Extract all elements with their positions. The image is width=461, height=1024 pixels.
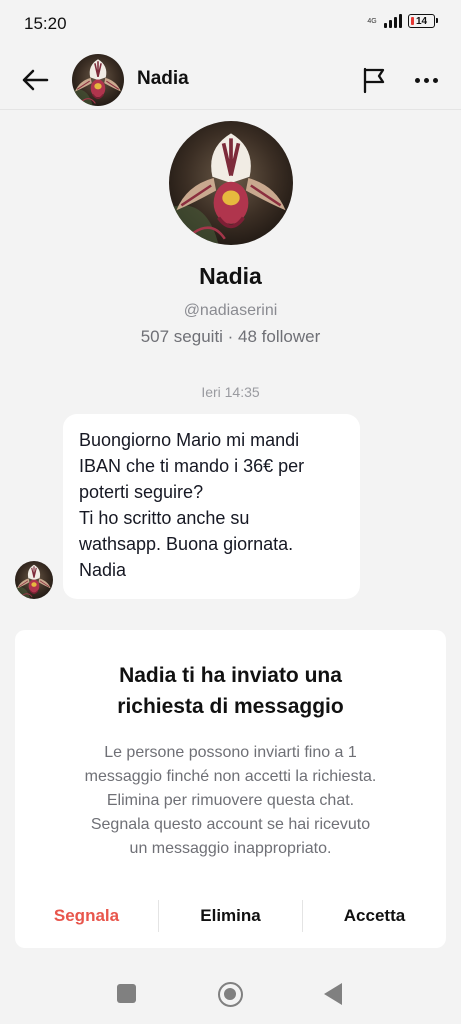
more-horizontal-icon xyxy=(414,77,420,83)
request-description-line: Le persone possono inviarti fino a 1 xyxy=(104,744,357,761)
square-icon[interactable] xyxy=(117,984,136,1003)
request-title-line: richiesta di messaggio xyxy=(117,695,344,718)
message-line: IBAN che ti mando i 36€ per xyxy=(79,456,305,476)
message-request-card: Nadia ti ha inviato una richiesta di mes… xyxy=(15,630,446,948)
request-title: Nadia ti ha inviato una richiesta di mes… xyxy=(15,660,446,722)
status-icons: 4G 14 xyxy=(366,14,438,28)
flag-icon xyxy=(363,67,385,94)
profile-stats: 507 seguiti · 48 follower xyxy=(140,327,321,346)
report-flag-button[interactable] xyxy=(358,62,390,98)
status-time: 15:20 xyxy=(24,14,67,33)
back-button[interactable] xyxy=(18,63,52,97)
more-options-button[interactable] xyxy=(408,64,444,96)
message-line: Ti ho scritto anche su xyxy=(79,508,250,528)
request-actions: Segnala Elimina Accetta xyxy=(15,896,446,936)
status-bar: 15:20 4G 14 xyxy=(0,0,461,50)
message-line: Nadia xyxy=(79,560,127,580)
message-timestamp: Ieri 14:35 xyxy=(201,384,260,400)
request-description: Le persone possono inviarti fino a 1 mes… xyxy=(15,741,446,861)
triangle-back-icon[interactable] xyxy=(324,983,342,1005)
request-title-line: Nadia ti ha inviato una xyxy=(119,664,342,687)
profile-avatar[interactable] xyxy=(169,121,293,245)
chat-header: Nadia xyxy=(0,50,461,110)
message-line: poterti seguire? xyxy=(79,482,204,502)
message-line: Buongiorno Mario mi mandi xyxy=(79,430,300,450)
header-avatar[interactable] xyxy=(72,54,124,106)
request-description-line: Elimina per rimuovere questa chat. xyxy=(106,792,355,809)
system-nav-bar xyxy=(0,966,461,1024)
battery-icon: 14 xyxy=(408,14,438,28)
circle-home-icon[interactable] xyxy=(218,982,243,1007)
profile-name: Nadia xyxy=(199,263,262,289)
header-name[interactable]: Nadia xyxy=(137,68,189,90)
request-description-line: messaggio finché non accetti la richiest… xyxy=(84,768,377,785)
message-line: wathsapp. Buona giornata. xyxy=(79,534,294,554)
signal-icon xyxy=(384,14,402,28)
message-sender-avatar[interactable] xyxy=(15,561,53,599)
request-description-line: un messaggio inappropriato. xyxy=(129,840,332,857)
profile-handle: @nadiaserini xyxy=(183,302,278,319)
battery-level: 14 xyxy=(416,15,428,27)
report-button[interactable]: Segnala xyxy=(15,906,158,926)
message-bubble[interactable]: Buongiorno Mario mi mandi IBAN che ti ma… xyxy=(63,414,360,599)
delete-button[interactable]: Elimina xyxy=(159,906,302,926)
accept-button[interactable]: Accetta xyxy=(303,906,446,926)
arrow-left-icon xyxy=(22,69,49,91)
network-label: 4G xyxy=(367,17,377,25)
request-description-line: Segnala questo account se hai ricevuto xyxy=(90,816,371,833)
